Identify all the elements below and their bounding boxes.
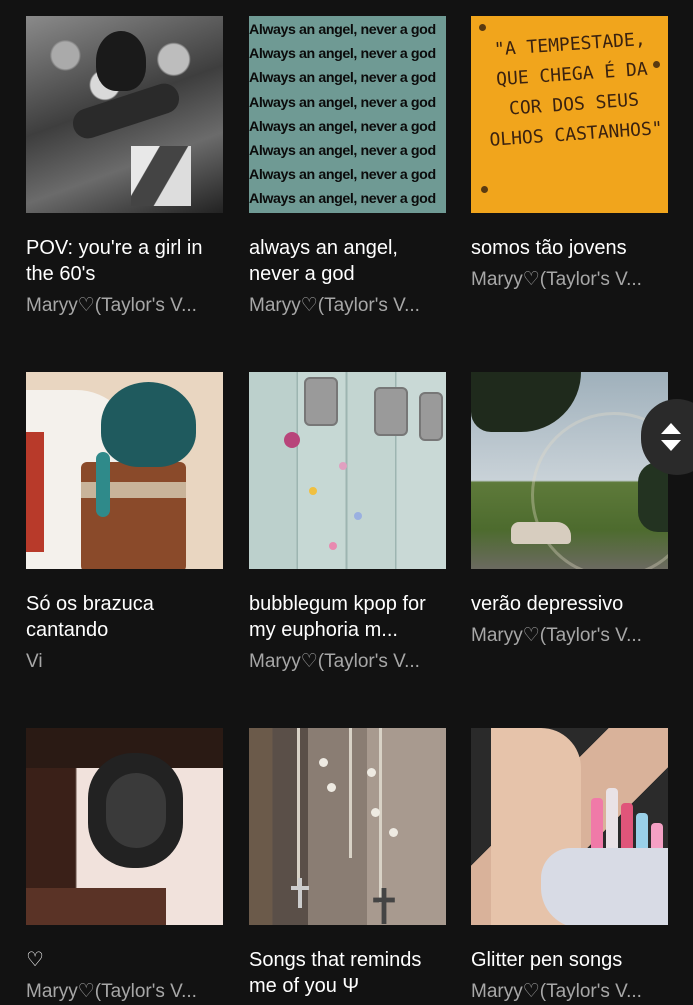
- cover-chain: [349, 728, 352, 858]
- cover-chain: [379, 728, 382, 903]
- playlist-cover[interactable]: Always an angel, never a god Always an a…: [249, 16, 446, 213]
- playlist-owner: Maryy♡(Taylor's V...: [471, 625, 642, 646]
- playlist-cover[interactable]: [471, 728, 668, 925]
- cover-pearl: [371, 808, 380, 817]
- cover-pouch: [541, 848, 668, 925]
- cover-car: [511, 522, 571, 544]
- cover-text: Always an angel, never a god Always an a…: [249, 22, 436, 208]
- cover-tree: [471, 372, 581, 432]
- cover-pearl: [367, 768, 376, 777]
- cover-pearl: [327, 783, 336, 792]
- cross-icon: [373, 888, 395, 924]
- cover-figure: [131, 146, 191, 206]
- playlist-cover[interactable]: [26, 16, 223, 213]
- playlist-card[interactable]: "A TEMPESTADE, QUE CHEGA É DA COR DOS SE…: [471, 16, 668, 293]
- cover-pearl: [319, 758, 328, 767]
- playlist-card[interactable]: POV: you're a girl in the 60's Maryy♡(Ta…: [26, 16, 223, 319]
- playlist-title[interactable]: verão depressivo: [471, 591, 668, 617]
- pin: [479, 24, 486, 31]
- playlist-owner: Maryy♡(Taylor's V...: [471, 269, 642, 290]
- playlist-title[interactable]: POV: you're a girl in the 60's: [26, 235, 223, 287]
- lock-icon: [419, 392, 443, 441]
- lock-icon: [304, 377, 338, 426]
- playlist-grid: POV: you're a girl in the 60's Maryy♡(Ta…: [0, 0, 693, 1002]
- playlist-card[interactable]: Só os brazuca cantando Vi: [26, 372, 223, 675]
- playlist-title[interactable]: always an angel, never a god: [249, 235, 446, 287]
- cover-text: "A TEMPESTADE, QUE CHEGA É DA COR DOS SE…: [488, 28, 664, 151]
- playlist-title[interactable]: bubblegum kpop for my euphoria m...: [249, 591, 446, 643]
- playlist-owner: Vi: [26, 651, 43, 672]
- cover-figure: [101, 382, 196, 467]
- lock-icon: [374, 387, 408, 436]
- cover-figure: [96, 452, 110, 517]
- sticker: [354, 512, 362, 520]
- sticker: [284, 432, 300, 448]
- sticker: [309, 487, 317, 495]
- playlist-title[interactable]: ♡: [26, 947, 223, 973]
- playlist-owner: Maryy♡(Taylor's V...: [249, 295, 420, 316]
- playlist-owner: Maryy♡(Taylor's V...: [249, 651, 420, 672]
- cover-pearl: [389, 828, 398, 837]
- playlist-cover[interactable]: [26, 728, 223, 925]
- playlist-card[interactable]: Songs that reminds me of you Ψ: [249, 728, 446, 1005]
- playlist-cover[interactable]: [249, 728, 446, 925]
- pin: [481, 186, 488, 193]
- sticker: [329, 542, 337, 550]
- up-down-arrows-icon: [661, 423, 681, 451]
- playlist-cover[interactable]: [471, 372, 668, 569]
- playlist-card[interactable]: ♡ Maryy♡(Taylor's V...: [26, 728, 223, 1005]
- playlist-owner: Maryy♡(Taylor's V...: [471, 981, 642, 1002]
- playlist-owner: Maryy♡(Taylor's V...: [26, 295, 197, 316]
- cover-chain: [297, 728, 300, 888]
- playlist-card[interactable]: Glitter pen songs Maryy♡(Taylor's V...: [471, 728, 668, 1005]
- playlist-title[interactable]: somos tão jovens: [471, 235, 668, 261]
- playlist-title[interactable]: Só os brazuca cantando: [26, 591, 223, 643]
- cover-figure: [96, 31, 146, 91]
- playlist-cover[interactable]: [249, 372, 446, 569]
- playlist-title[interactable]: Glitter pen songs: [471, 947, 668, 973]
- playlist-card[interactable]: bubblegum kpop for my euphoria m... Mary…: [249, 372, 446, 675]
- cover-figure: [26, 432, 44, 552]
- headphones-icon: [106, 773, 166, 848]
- playlist-cover[interactable]: "A TEMPESTADE, QUE CHEGA É DA COR DOS SE…: [471, 16, 668, 213]
- playlist-title[interactable]: Songs that reminds me of you Ψ: [249, 947, 446, 999]
- playlist-card[interactable]: verão depressivo Maryy♡(Taylor's V...: [471, 372, 668, 649]
- sticker: [339, 462, 347, 470]
- playlist-cover[interactable]: [26, 372, 223, 569]
- cover-hair: [26, 888, 166, 925]
- cross-icon: [291, 878, 309, 908]
- playlist-owner: Maryy♡(Taylor's V...: [26, 981, 197, 1002]
- playlist-card[interactable]: Always an angel, never a god Always an a…: [249, 16, 446, 319]
